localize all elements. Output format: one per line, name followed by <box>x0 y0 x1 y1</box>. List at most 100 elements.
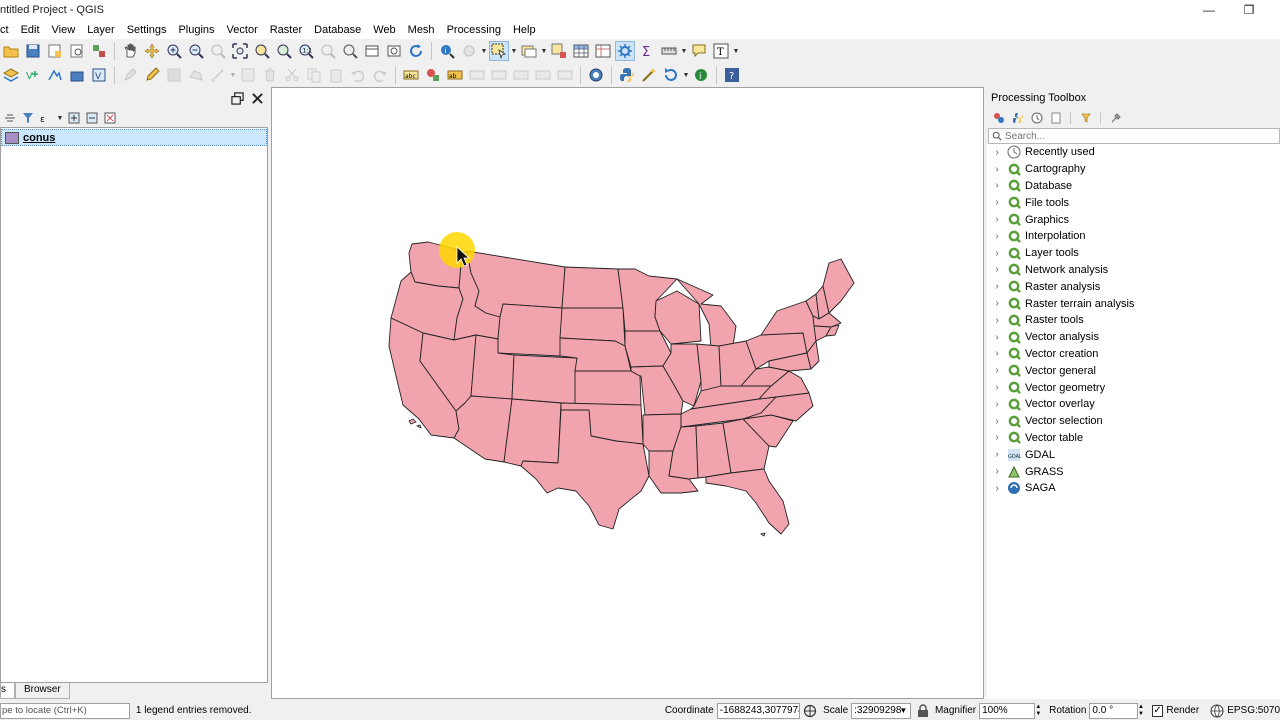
chevron-right-icon[interactable]: › <box>989 147 1005 158</box>
chevron-right-icon[interactable]: › <box>989 248 1005 259</box>
menu-processing[interactable]: Processing <box>441 24 507 36</box>
render-checkbox[interactable]: ✓ <box>1151 704 1164 717</box>
chevron-right-icon[interactable]: › <box>989 315 1005 326</box>
toolbox-search[interactable] <box>988 128 1280 144</box>
plugin-wand-icon[interactable] <box>639 65 659 85</box>
python-console-icon[interactable] <box>617 65 637 85</box>
toolbox-group-layer-tools[interactable]: › Layer tools <box>987 245 1280 262</box>
filter-by-expression-icon[interactable]: ε <box>39 111 53 125</box>
paste-features-icon[interactable] <box>326 65 346 85</box>
menu-mesh[interactable]: Mesh <box>402 24 441 36</box>
lock-scale-icon[interactable] <box>917 703 929 718</box>
chevron-right-icon[interactable]: › <box>989 483 1005 494</box>
toolbox-group-vector-analysis[interactable]: › Vector analysis <box>987 329 1280 346</box>
menu-layer[interactable]: Layer <box>81 24 121 36</box>
crs-label[interactable]: EPSG:5070 <box>1227 705 1280 716</box>
toolbox-group-network-analysis[interactable]: › Network analysis <box>987 262 1280 279</box>
zoom-to-layer-icon[interactable] <box>274 41 294 61</box>
map-tips-icon[interactable] <box>689 41 709 61</box>
layout-manager-icon[interactable] <box>67 41 87 61</box>
pin-unpin-labels-icon[interactable] <box>467 65 487 85</box>
menu-raster[interactable]: Raster <box>264 24 308 36</box>
zoom-rubber-band-icon[interactable] <box>208 41 228 61</box>
chevron-right-icon[interactable]: › <box>989 382 1005 393</box>
search-input[interactable] <box>1005 130 1265 142</box>
menu-plugins[interactable]: Plugins <box>172 24 220 36</box>
float-panel-icon[interactable] <box>230 91 244 105</box>
menu-view[interactable]: View <box>46 24 82 36</box>
scripts-icon[interactable] <box>1010 111 1025 126</box>
save-project-icon[interactable] <box>23 41 43 61</box>
chevron-down-icon[interactable]: ▼ <box>510 41 518 61</box>
change-label-icon[interactable] <box>555 65 575 85</box>
menu-vector[interactable]: Vector <box>221 24 264 36</box>
locator-input[interactable]: pe to locate (Ctrl+K) <box>0 702 130 719</box>
zoom-in-icon[interactable] <box>164 41 184 61</box>
redo-icon[interactable] <box>370 65 390 85</box>
chevron-down-icon[interactable]: ▼ <box>56 108 64 128</box>
add-feature-icon[interactable] <box>186 65 206 85</box>
expand-all-icon[interactable] <box>67 111 81 125</box>
zoom-out-icon[interactable] <box>186 41 206 61</box>
tab-browser[interactable]: Browser <box>15 683 70 699</box>
menu-settings[interactable]: Settings <box>121 24 173 36</box>
coordinate-field[interactable]: -1688243,3077974 <box>716 702 801 719</box>
toolbox-group-grass[interactable]: › GRASS <box>987 463 1280 480</box>
deselect-all-icon[interactable] <box>549 41 569 61</box>
toolbox-group-raster-analysis[interactable]: › Raster analysis <box>987 278 1280 295</box>
identify-icon[interactable]: i <box>437 41 457 61</box>
vertex-tool-icon[interactable] <box>208 65 228 85</box>
toolbox-group-vector-creation[interactable]: › Vector creation <box>987 346 1280 363</box>
toolbox-group-vector-selection[interactable]: › Vector selection <box>987 413 1280 430</box>
toggle-editing-icon[interactable] <box>142 65 162 85</box>
menu-project[interactable]: ct <box>0 24 15 36</box>
chevron-right-icon[interactable]: › <box>989 197 1005 208</box>
chevron-right-icon[interactable]: › <box>989 180 1005 191</box>
show-hide-labels-icon[interactable] <box>489 65 509 85</box>
toolbox-group-recently-used[interactable]: › Recently used <box>987 144 1280 161</box>
toolbox-group-vector-general[interactable]: › Vector general <box>987 362 1280 379</box>
layer-diagram-icon[interactable] <box>423 65 443 85</box>
chevron-right-icon[interactable]: › <box>989 449 1005 460</box>
delete-selected-icon[interactable] <box>260 65 280 85</box>
chevron-down-icon[interactable]: ▼ <box>480 41 488 61</box>
info-plugin-icon[interactable]: i <box>691 65 711 85</box>
map-canvas[interactable] <box>271 87 984 699</box>
chevron-right-icon[interactable]: › <box>989 332 1005 343</box>
pan-to-selection-icon[interactable] <box>142 41 162 61</box>
run-feature-action-icon[interactable] <box>459 41 479 61</box>
processing-toolbox-icon[interactable] <box>615 41 635 61</box>
new-print-layout-icon[interactable] <box>45 41 65 61</box>
edit-features-in-place-icon[interactable] <box>1078 111 1093 126</box>
close-panel-icon[interactable] <box>250 91 264 105</box>
new-shapefile-layer-icon[interactable]: V <box>23 65 43 85</box>
modify-attributes-icon[interactable] <box>238 65 258 85</box>
magnifier-field[interactable]: 100% <box>979 702 1036 719</box>
zoom-last-icon[interactable] <box>318 41 338 61</box>
toggle-extents-icon[interactable] <box>803 704 817 718</box>
chevron-right-icon[interactable]: › <box>989 466 1005 477</box>
undo-icon[interactable] <box>348 65 368 85</box>
toolbox-group-graphics[interactable]: › Graphics <box>987 211 1280 228</box>
new-temporary-layer-icon[interactable] <box>67 65 87 85</box>
chevron-down-icon[interactable]: ▼ <box>682 65 690 85</box>
chevron-right-icon[interactable]: › <box>989 298 1005 309</box>
chevron-down-icon[interactable]: ▼ <box>229 65 237 85</box>
style-manager-icon[interactable] <box>89 41 109 61</box>
toolbox-group-gdal[interactable]: › GDAL GDAL <box>987 446 1280 463</box>
chevron-down-icon[interactable]: ▼ <box>680 41 688 61</box>
current-edits-icon[interactable] <box>120 65 140 85</box>
toolbox-group-interpolation[interactable]: › Interpolation <box>987 228 1280 245</box>
toolbox-group-database[interactable]: › Database <box>987 178 1280 195</box>
text-annotation-icon[interactable]: T <box>711 41 731 61</box>
options-icon[interactable] <box>1108 111 1123 126</box>
select-by-value-icon[interactable] <box>519 41 539 61</box>
rotate-icon[interactable] <box>661 65 681 85</box>
tab-layers[interactable]: s <box>0 683 15 699</box>
select-features-icon[interactable] <box>489 41 509 61</box>
toolbox-group-file-tools[interactable]: › File tools <box>987 194 1280 211</box>
open-project-icon[interactable] <box>1 41 21 61</box>
rotate-label-icon[interactable] <box>533 65 553 85</box>
open-attribute-table-icon[interactable] <box>571 41 591 61</box>
cut-features-icon[interactable] <box>282 65 302 85</box>
